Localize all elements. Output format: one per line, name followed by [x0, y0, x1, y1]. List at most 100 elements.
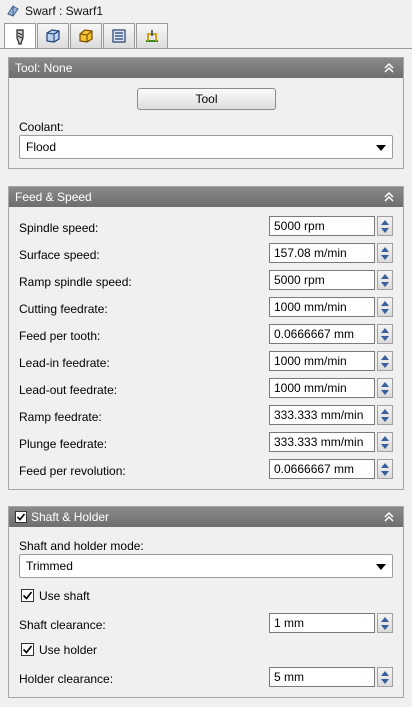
shaft-clearance-row: Shaft clearance: 1 mm — [19, 613, 395, 635]
spin-up-icon — [381, 617, 389, 622]
spin-up-icon — [381, 247, 389, 252]
coolant-select[interactable]: Flood — [19, 135, 393, 159]
tab-geometry[interactable] — [37, 23, 69, 48]
feed-row-input[interactable]: 5000 rpm — [269, 216, 375, 236]
shaft-clearance-label: Shaft clearance: — [19, 618, 106, 632]
spin-down-icon — [381, 363, 389, 368]
feed-row-label: Spindle speed: — [19, 221, 99, 235]
spin-down-icon — [381, 255, 389, 260]
feed-row: Spindle speed: 5000 rpm — [19, 216, 395, 238]
spin-down-icon — [381, 417, 389, 422]
feed-row-input[interactable]: 333.333 mm/min — [269, 405, 375, 425]
spin-down-icon — [381, 444, 389, 449]
shaft-holder-header[interactable]: Shaft & Holder — [9, 507, 403, 527]
spin-down-icon — [381, 390, 389, 395]
feed-row: Feed per tooth: 0.0666667 mm — [19, 324, 395, 346]
coolant-label: Coolant: — [19, 120, 64, 134]
spin-down-icon — [381, 228, 389, 233]
feed-row-label: Cutting feedrate: — [19, 302, 108, 316]
chevron-down-icon — [376, 145, 386, 151]
linking-icon — [146, 30, 158, 42]
collapse-icon[interactable] — [383, 510, 395, 524]
swarf-icon — [7, 5, 19, 17]
feed-row-spinner[interactable] — [377, 243, 393, 263]
feed-row-input[interactable]: 5000 rpm — [269, 270, 375, 290]
feed-row-label: Surface speed: — [19, 248, 100, 262]
feed-row-label: Ramp spindle speed: — [19, 275, 132, 289]
spin-up-icon — [381, 274, 389, 279]
holder-clearance-input[interactable]: 5 mm — [269, 667, 375, 687]
feed-row-spinner[interactable] — [377, 459, 393, 479]
spin-down-icon — [381, 282, 389, 287]
tool-panel-title: Tool: None — [15, 61, 73, 75]
use-shaft-label[interactable]: Use shaft — [39, 589, 90, 603]
feed-row-spinner[interactable] — [377, 378, 393, 398]
feed-row-label: Plunge feedrate: — [19, 437, 108, 451]
feed-row-spinner[interactable] — [377, 270, 393, 290]
feed-row-spinner[interactable] — [377, 405, 393, 425]
checkmark-icon — [22, 591, 33, 600]
feed-row-input[interactable]: 0.0666667 mm — [269, 459, 375, 479]
feed-row-spinner[interactable] — [377, 432, 393, 452]
shaft-clearance-spinner[interactable] — [377, 613, 393, 633]
feed-speed-header[interactable]: Feed & Speed — [9, 187, 403, 207]
feed-row: Ramp spindle speed: 5000 rpm — [19, 270, 395, 292]
feed-row-input[interactable]: 1000 mm/min — [269, 351, 375, 371]
title-bar: Swarf : Swarf1 — [0, 0, 412, 22]
shaft-holder-enable-checkbox[interactable] — [15, 511, 27, 523]
feed-row-spinner[interactable] — [377, 297, 393, 317]
coolant-value: Flood — [26, 140, 57, 154]
feed-row-input[interactable]: 0.0666667 mm — [269, 324, 375, 344]
spin-up-icon — [381, 463, 389, 468]
use-holder-checkbox[interactable] — [21, 643, 34, 656]
tab-heights[interactable] — [70, 23, 102, 48]
collapse-icon[interactable] — [383, 190, 395, 204]
feed-row: Ramp feedrate: 333.333 mm/min — [19, 405, 395, 427]
shaft-holder-panel: Shaft & Holder Shaft and holder mode: Tr… — [8, 506, 404, 698]
spin-up-icon — [381, 436, 389, 441]
use-holder-label[interactable]: Use holder — [39, 643, 97, 657]
feed-row: Surface speed: 157.08 m/min — [19, 243, 395, 265]
collapse-icon[interactable] — [383, 61, 395, 75]
feed-row: Cutting feedrate: 1000 mm/min — [19, 297, 395, 319]
shaft-clearance-input[interactable]: 1 mm — [269, 613, 375, 633]
feed-row-spinner[interactable] — [377, 351, 393, 371]
shaft-holder-mode-select[interactable]: Trimmed — [19, 554, 393, 578]
tab-linking[interactable] — [136, 23, 168, 48]
holder-clearance-row: Holder clearance: 5 mm — [19, 667, 395, 689]
spin-up-icon — [381, 220, 389, 225]
feed-row-label: Lead-in feedrate: — [19, 356, 110, 370]
feed-row-label: Feed per tooth: — [19, 329, 101, 343]
feed-row: Feed per revolution: 0.0666667 mm — [19, 459, 395, 481]
window-title: Swarf : Swarf1 — [25, 4, 104, 18]
spin-down-icon — [381, 625, 389, 630]
chevron-down-icon — [376, 564, 386, 570]
spin-up-icon — [381, 409, 389, 414]
shaft-holder-mode-value: Trimmed — [26, 559, 73, 573]
feed-row: Plunge feedrate: 333.333 mm/min — [19, 432, 395, 454]
feed-row-spinner[interactable] — [377, 324, 393, 344]
tool-button[interactable]: Tool — [137, 88, 276, 110]
feed-row-spinner[interactable] — [377, 216, 393, 236]
feed-speed-panel: Feed & Speed Spindle speed: 5000 rpm Surfa… — [8, 186, 404, 490]
spin-up-icon — [381, 328, 389, 333]
shaft-holder-title: Shaft & Holder — [31, 510, 110, 524]
feed-row-label: Feed per revolution: — [19, 464, 126, 478]
feed-row-input[interactable]: 333.333 mm/min — [269, 432, 375, 452]
spin-up-icon — [381, 382, 389, 387]
feed-row-input[interactable]: 1000 mm/min — [269, 378, 375, 398]
feed-row: Lead-in feedrate: 1000 mm/min — [19, 351, 395, 373]
tab-strip — [4, 23, 169, 49]
tab-tool[interactable] — [4, 23, 36, 49]
use-shaft-checkbox[interactable] — [21, 589, 34, 602]
spin-down-icon — [381, 336, 389, 341]
tool-icon — [16, 28, 24, 45]
feed-row-input[interactable]: 157.08 m/min — [269, 243, 375, 263]
feed-row-label: Ramp feedrate: — [19, 410, 102, 424]
feed-row-input[interactable]: 1000 mm/min — [269, 297, 375, 317]
holder-clearance-spinner[interactable] — [377, 667, 393, 687]
tool-panel-header[interactable]: Tool: None — [9, 58, 403, 78]
tab-passes[interactable] — [103, 23, 135, 48]
geometry-icon — [46, 29, 60, 43]
passes-icon — [112, 29, 126, 43]
